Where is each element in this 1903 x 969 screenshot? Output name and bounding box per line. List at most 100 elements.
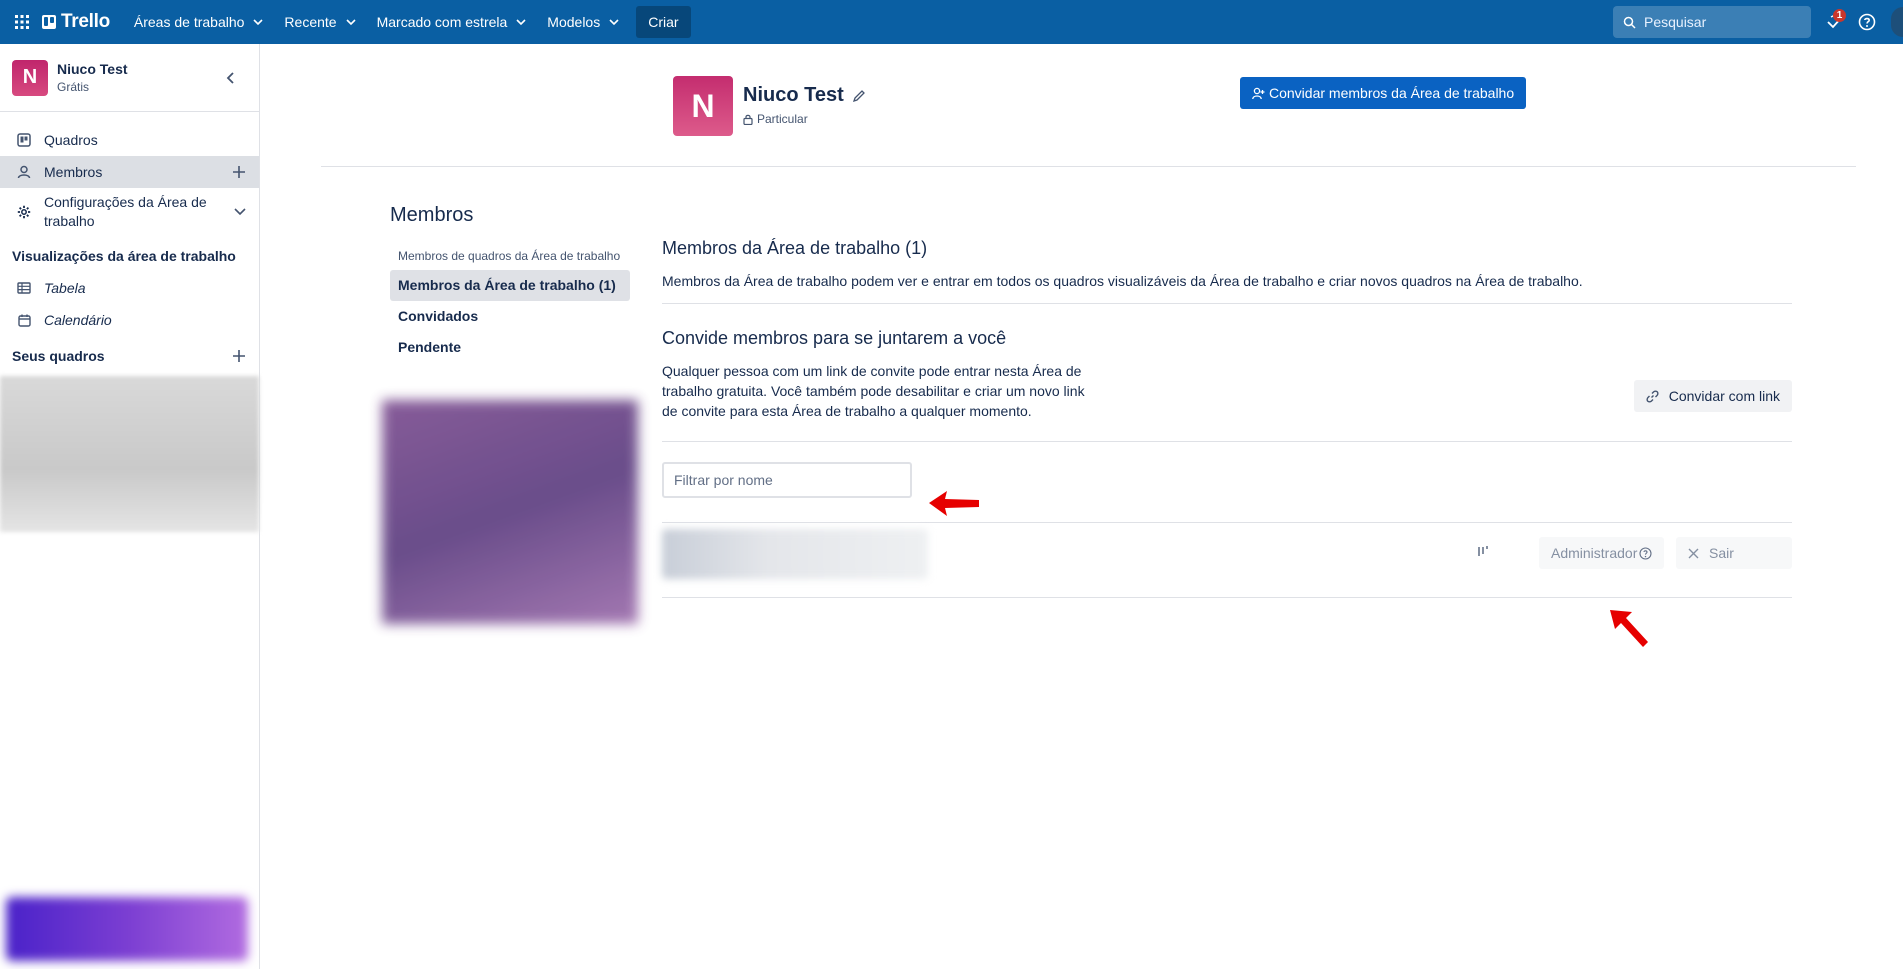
workspace-members-heading: Membros da Área de trabalho (1)	[662, 238, 928, 258]
menu-label: Áreas de trabalho	[133, 14, 245, 30]
blurred-member-info	[662, 529, 928, 579]
annotation-arrow-left	[929, 491, 979, 516]
plus-icon[interactable]	[231, 348, 247, 364]
section-divider	[662, 303, 1792, 304]
page-title: Niuco Test	[743, 84, 866, 107]
table-icon	[16, 280, 32, 296]
workspace-plan: Grátis	[57, 80, 90, 94]
tab-board-members[interactable]: Membros de quadros da Área de trabalho	[390, 243, 630, 270]
visibility-badge: Particular	[743, 112, 866, 126]
help-icon	[1858, 13, 1876, 31]
top-navigation-bar: Trello Áreas de trabalho Recente Marcado…	[0, 0, 1903, 44]
sidebar-item-label: Configurações da Área de trabalho	[44, 194, 207, 229]
notifications-button[interactable]: 1	[1819, 6, 1851, 38]
create-button[interactable]: Criar	[636, 6, 691, 38]
sidebar-item-settings[interactable]: Configurações da Área de trabalho	[0, 188, 259, 236]
sidebar-item-label: Tabela	[44, 280, 86, 296]
members-content: Membros da Área de trabalho (1) Membros …	[662, 238, 1792, 598]
trello-logo-icon	[42, 15, 56, 29]
menu-templates[interactable]: Modelos	[537, 6, 630, 38]
leave-label: Sair	[1709, 545, 1734, 561]
blurred-footer-card	[6, 897, 248, 961]
chevron-down-icon	[516, 19, 526, 26]
main-content: N Niuco Test Particular Convidar membros…	[261, 44, 1903, 969]
trello-logo[interactable]: Trello	[42, 11, 110, 33]
chevron-down-icon	[234, 208, 246, 216]
invite-members-button[interactable]: Convidar membros da Área de trabalho	[1240, 77, 1527, 109]
plus-icon[interactable]	[231, 164, 247, 180]
workspace-header: N Niuco Test Grátis	[0, 44, 259, 112]
sidebar-item-boards[interactable]: Quadros	[0, 124, 259, 156]
section-divider	[662, 597, 1792, 598]
invite-members-label: Convidar membros da Área de trabalho	[1269, 85, 1515, 101]
sidebar-item-label: Calendário	[44, 312, 112, 328]
tab-guests[interactable]: Convidados	[390, 301, 630, 332]
members-nav: Membros Membros de quadros da Área de tr…	[390, 204, 630, 363]
sidebar-item-calendar[interactable]: Calendário	[0, 304, 259, 336]
menu-label: Recente	[284, 14, 337, 30]
visibility-label: Particular	[757, 112, 808, 126]
gear-icon	[16, 204, 32, 220]
sidebar-item-label: Membros	[44, 164, 103, 180]
pencil-icon[interactable]	[852, 89, 866, 103]
logo-text: Trello	[61, 11, 110, 32]
workspace-name: Niuco Test	[57, 61, 128, 77]
invite-with-link-label: Convidar com link	[1668, 388, 1780, 404]
link-icon	[1646, 389, 1659, 403]
views-heading-label: Visualizações da área de trabalho	[12, 248, 236, 264]
sidebar-item-members[interactable]: Membros	[0, 156, 259, 188]
header-divider	[321, 166, 1856, 167]
search-input[interactable]: Pesquisar	[1613, 6, 1811, 38]
sidebar-item-label: Quadros	[44, 132, 98, 148]
menu-label: Marcado com estrela	[376, 14, 508, 30]
help-button[interactable]	[1851, 6, 1883, 38]
user-avatar[interactable]	[1891, 7, 1903, 37]
invite-with-link-button[interactable]: Convidar com link	[1633, 380, 1792, 412]
section-divider	[662, 441, 1792, 442]
filter-by-name-input[interactable]	[662, 462, 912, 498]
blurred-promo-card	[382, 400, 638, 624]
role-label: Administrador	[1551, 545, 1638, 561]
role-admin-button[interactable]: Administrador	[1539, 537, 1665, 569]
invite-heading: Convide membros para se juntarem a você	[662, 328, 1007, 348]
workspace-avatar: N	[12, 59, 48, 96]
workspace-page-header: N Niuco Test Particular	[673, 76, 866, 136]
notification-badge: 1	[1833, 9, 1846, 22]
your-boards-label: Seus quadros	[12, 348, 105, 364]
search-placeholder: Pesquisar	[1644, 14, 1707, 30]
sidebar-menu: Quadros Membros Configurações da Área de…	[0, 112, 259, 532]
board-icon	[16, 132, 32, 148]
workspace-title: Niuco Test	[743, 84, 844, 106]
member-row: Administrador Sair	[662, 523, 1792, 597]
sidebar: N Niuco Test Grátis Quadros Membros Conf…	[0, 44, 260, 969]
leave-button[interactable]: Sair	[1676, 537, 1792, 569]
lock-icon	[743, 114, 753, 125]
add-person-icon	[1252, 87, 1265, 99]
person-icon	[16, 164, 32, 180]
blurred-board-list	[0, 376, 259, 532]
chevron-down-icon	[609, 19, 619, 26]
menu-label: Modelos	[547, 14, 601, 30]
sidebar-item-table[interactable]: Tabela	[0, 272, 259, 304]
annotation-arrow-diagonal	[1610, 610, 1648, 647]
workspace-members-description: Membros da Área de trabalho podem ver e …	[662, 273, 1583, 289]
chevron-down-icon	[346, 19, 356, 26]
close-icon	[1688, 548, 1699, 558]
tab-pending[interactable]: Pendente	[390, 332, 630, 363]
filter-row	[662, 462, 1792, 498]
menu-starred[interactable]: Marcado com estrela	[367, 6, 538, 38]
invite-description: Qualquer pessoa com um link de convite p…	[662, 363, 1085, 419]
chevron-down-icon	[253, 19, 263, 26]
your-boards-heading: Seus quadros	[0, 340, 259, 372]
menu-recent[interactable]: Recente	[274, 6, 366, 38]
nav-right-group: Pesquisar 1	[1613, 0, 1903, 44]
apps-grid-icon[interactable]	[10, 10, 34, 34]
views-heading: Visualizações da área de trabalho	[0, 240, 259, 272]
bars-icon[interactable]	[1477, 545, 1491, 557]
members-nav-title: Membros	[390, 204, 474, 226]
menu-workspaces[interactable]: Áreas de trabalho	[124, 6, 275, 38]
tab-workspace-members[interactable]: Membros da Área de trabalho (1)	[390, 270, 630, 301]
chevron-left-icon[interactable]	[223, 70, 239, 86]
calendar-icon	[16, 312, 32, 328]
invite-section: Convide membros para se juntarem a você …	[662, 328, 1792, 421]
